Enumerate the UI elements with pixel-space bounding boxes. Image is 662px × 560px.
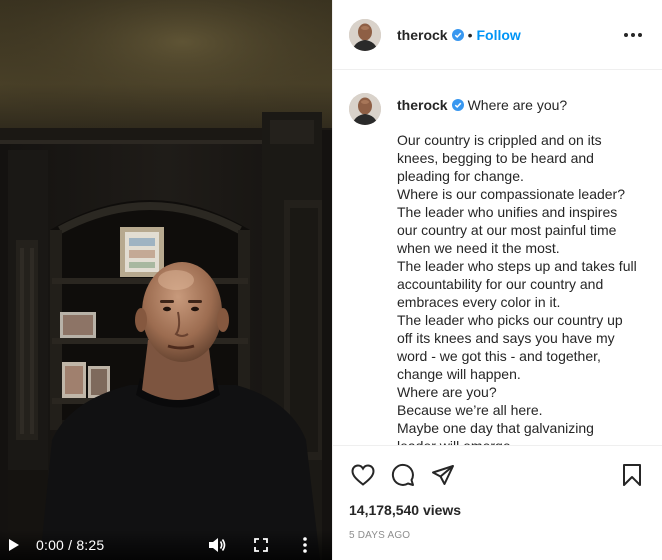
caption-line: Maybe one day that galvanizing	[397, 420, 594, 436]
caption-line: accountability for our country and	[397, 276, 604, 292]
caption-body: therock Where are you? Our country is cr…	[397, 93, 637, 445]
caption-header: therock Where are you?	[397, 95, 637, 115]
volume-icon[interactable]	[208, 536, 226, 554]
post-details-panel: therock • Follow therock Where are you? …	[332, 0, 662, 560]
caption-line: leader will emerge.	[397, 437, 637, 445]
caption-line: The leader who unifies and inspires	[397, 204, 618, 220]
caption-text: Our country is crippled and on its knees…	[397, 131, 637, 445]
play-icon[interactable]	[8, 537, 24, 553]
views-count[interactable]: 14,178,540 views	[349, 502, 646, 518]
caption: therock Where are you? Our country is cr…	[349, 93, 646, 445]
vertical-dots-icon[interactable]	[296, 536, 314, 554]
caption-line: Where are you?	[397, 384, 497, 400]
avatar[interactable]	[349, 18, 381, 51]
comment-icon[interactable]	[389, 461, 417, 489]
caption-line: embraces every color in it.	[397, 294, 561, 310]
caption-line: change will happen.	[397, 366, 521, 382]
video-controls-bar: 0:00 / 8:25	[0, 530, 332, 560]
username[interactable]: therock	[397, 27, 448, 43]
caption-line: Where is our compassionate leader?	[397, 186, 626, 202]
share-icon[interactable]	[429, 461, 457, 489]
post-timestamp[interactable]: 5 DAYS AGO	[349, 530, 646, 541]
post-header: therock • Follow	[333, 0, 662, 70]
bookmark-icon[interactable]	[618, 461, 646, 489]
caption-line: off its knees and says you have my	[397, 330, 615, 346]
separator-dot: •	[467, 26, 473, 43]
video-time: 0:00 / 8:25	[36, 537, 105, 553]
avatar[interactable]	[349, 93, 381, 125]
caption-line: knees, begging to be heard and	[397, 150, 594, 166]
caption-line: The leader who steps up and takes full	[397, 258, 637, 274]
verified-badge-icon	[451, 99, 464, 111]
caption-username[interactable]: therock	[397, 96, 448, 114]
more-options-icon[interactable]	[620, 29, 646, 41]
follow-button[interactable]: Follow	[476, 27, 520, 43]
caption-line: Because we’re all here.	[397, 402, 543, 418]
caption-line: pleading for change.	[397, 168, 524, 184]
post-actions-section: 14,178,540 views 5 DAYS AGO	[333, 445, 662, 560]
caption-line: Our country is crippled and on its	[397, 132, 602, 148]
action-bar	[349, 446, 646, 500]
verified-badge-icon	[451, 28, 464, 41]
heart-icon[interactable]	[349, 461, 377, 489]
video-frame	[0, 0, 332, 560]
fullscreen-icon[interactable]	[252, 536, 270, 554]
caption-line: our country at our most painful time	[397, 222, 617, 238]
caption-line: when we need it the most.	[397, 240, 560, 256]
caption-line: word - we got this - and together,	[397, 348, 601, 364]
video-player[interactable]: 0:00 / 8:25	[0, 0, 332, 560]
caption-title: Where are you?	[467, 97, 568, 113]
caption-line: The leader who picks our country up	[397, 312, 623, 328]
comments-section[interactable]: therock Where are you? Our country is cr…	[333, 71, 662, 445]
